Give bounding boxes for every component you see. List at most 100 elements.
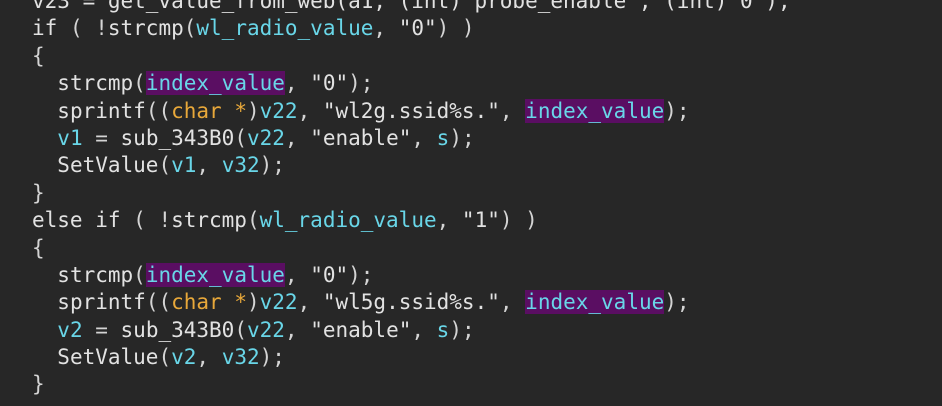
variable-name: v32 bbox=[221, 345, 260, 370]
code-text: ); bbox=[664, 98, 690, 123]
code-text: ( bbox=[133, 262, 146, 287]
code-line: else if ( !strcmp(wl_radio_value, "1") ) bbox=[32, 207, 791, 234]
highlighted-variable[interactable]: index_value bbox=[145, 71, 285, 96]
code-text: ); bbox=[348, 71, 374, 96]
variable-name: v22 bbox=[246, 317, 285, 342]
variable-name: v22 bbox=[259, 98, 298, 123]
code-text: , bbox=[284, 262, 311, 287]
code-text: ) ) bbox=[499, 208, 538, 233]
code-text: ( ! bbox=[57, 16, 108, 41]
code-text: , bbox=[196, 345, 222, 370]
code-text: ( bbox=[246, 208, 260, 233]
keyword-if: if bbox=[32, 16, 58, 41]
code-line: SetValue(v1, v32); bbox=[32, 152, 791, 179]
string-literal: "0" bbox=[310, 71, 349, 96]
code-text: ); bbox=[348, 262, 374, 287]
code-text: , bbox=[284, 71, 311, 96]
code-line: { bbox=[32, 235, 791, 262]
code-text: ( bbox=[158, 345, 172, 370]
code-line: strcmp(index_value, "0"); bbox=[32, 262, 791, 289]
code-text: ); bbox=[449, 317, 475, 342]
code-text: , bbox=[284, 317, 311, 342]
code-line: } bbox=[32, 371, 791, 398]
code-text: ( bbox=[234, 317, 247, 342]
keyword-else-if: else if bbox=[32, 208, 121, 233]
variable-name: v1 bbox=[57, 125, 83, 150]
code-text: , bbox=[196, 153, 222, 178]
code-editor[interactable]: v23 = get_value_from_web(a1, (int)"probe… bbox=[0, 0, 942, 406]
code-text: (( bbox=[145, 290, 172, 315]
string-literal: "wl2g.ssid%s." bbox=[322, 98, 500, 123]
function-name: SetValue bbox=[57, 153, 159, 178]
code-text: ) ) bbox=[436, 16, 475, 41]
function-name: sub_343B0 bbox=[120, 125, 235, 150]
string-literal: "enable" bbox=[310, 317, 412, 342]
code-line: v1 = sub_343B0(v22, "enable", s); bbox=[32, 125, 791, 152]
code-text: ); bbox=[259, 153, 285, 178]
string-literal: "1" bbox=[461, 208, 500, 233]
string-literal: "0" bbox=[398, 16, 437, 41]
code-text: , bbox=[297, 98, 323, 123]
string-literal: "wl5g.ssid%s." bbox=[322, 290, 500, 315]
variable-name: v32 bbox=[221, 153, 260, 178]
brace: } bbox=[32, 372, 45, 397]
code-text: , bbox=[499, 290, 526, 315]
type-name: char * bbox=[171, 290, 247, 315]
code-line: strcmp(index_value, "0"); bbox=[32, 70, 791, 97]
function-name: sub_343B0 bbox=[120, 317, 235, 342]
variable-name: v1 bbox=[171, 153, 197, 178]
code-text: , bbox=[499, 98, 526, 123]
code-line: v2 = sub_343B0(v22, "enable", s); bbox=[32, 317, 791, 344]
code-text: ( bbox=[133, 71, 146, 96]
function-name: strcmp bbox=[57, 71, 134, 96]
highlighted-variable[interactable]: index_value bbox=[525, 290, 665, 315]
code-text: ) bbox=[246, 290, 260, 315]
variable-name: s bbox=[436, 317, 450, 342]
variable-name: wl_radio_value bbox=[259, 208, 437, 233]
code-text: , bbox=[436, 208, 462, 233]
code-text: (( bbox=[145, 98, 172, 123]
variable-name: v22 bbox=[246, 125, 285, 150]
code-text: ); bbox=[449, 125, 475, 150]
code-text: ( bbox=[158, 153, 172, 178]
function-name: strcmp bbox=[57, 262, 134, 287]
function-name: sprintf bbox=[57, 98, 146, 123]
brace: { bbox=[32, 43, 45, 68]
function-name: strcmp bbox=[171, 208, 247, 233]
code-line: if ( !strcmp(wl_radio_value, "0") ) bbox=[32, 15, 791, 42]
variable-name: v2 bbox=[57, 317, 83, 342]
code-text: ); bbox=[664, 290, 690, 315]
function-name: SetValue bbox=[57, 345, 159, 370]
code-text: = bbox=[82, 125, 121, 150]
string-literal: "enable" bbox=[310, 125, 412, 150]
code-line: SetValue(v2, v32); bbox=[32, 344, 791, 371]
highlighted-variable[interactable]: index_value bbox=[145, 262, 285, 287]
code-text: ); bbox=[259, 345, 285, 370]
code-line: sprintf((char *)v22, "wl5g.ssid%s.", ind… bbox=[32, 289, 791, 316]
code-text-partial: v23 = get_value_from_web(a1, (int)"probe… bbox=[32, 0, 791, 13]
code-text: , bbox=[411, 317, 437, 342]
code-text: ) bbox=[246, 98, 260, 123]
code-text: , bbox=[297, 290, 323, 315]
code-text: , bbox=[411, 125, 437, 150]
variable-name: v22 bbox=[259, 290, 298, 315]
code-text: ( bbox=[234, 125, 247, 150]
code-line: sprintf((char *)v22, "wl2g.ssid%s.", ind… bbox=[32, 98, 791, 125]
code-lines: v23 = get_value_from_web(a1, (int)"probe… bbox=[32, 0, 791, 399]
variable-name: wl_radio_value bbox=[196, 16, 374, 41]
code-line: { bbox=[32, 43, 791, 70]
brace: } bbox=[32, 180, 45, 205]
type-name: char * bbox=[171, 98, 247, 123]
string-literal: "0" bbox=[310, 262, 349, 287]
code-text: ( ! bbox=[120, 208, 172, 233]
code-line: v23 = get_value_from_web(a1, (int)"probe… bbox=[32, 0, 791, 15]
highlighted-variable[interactable]: index_value bbox=[525, 98, 665, 123]
code-text: ( bbox=[183, 16, 197, 41]
